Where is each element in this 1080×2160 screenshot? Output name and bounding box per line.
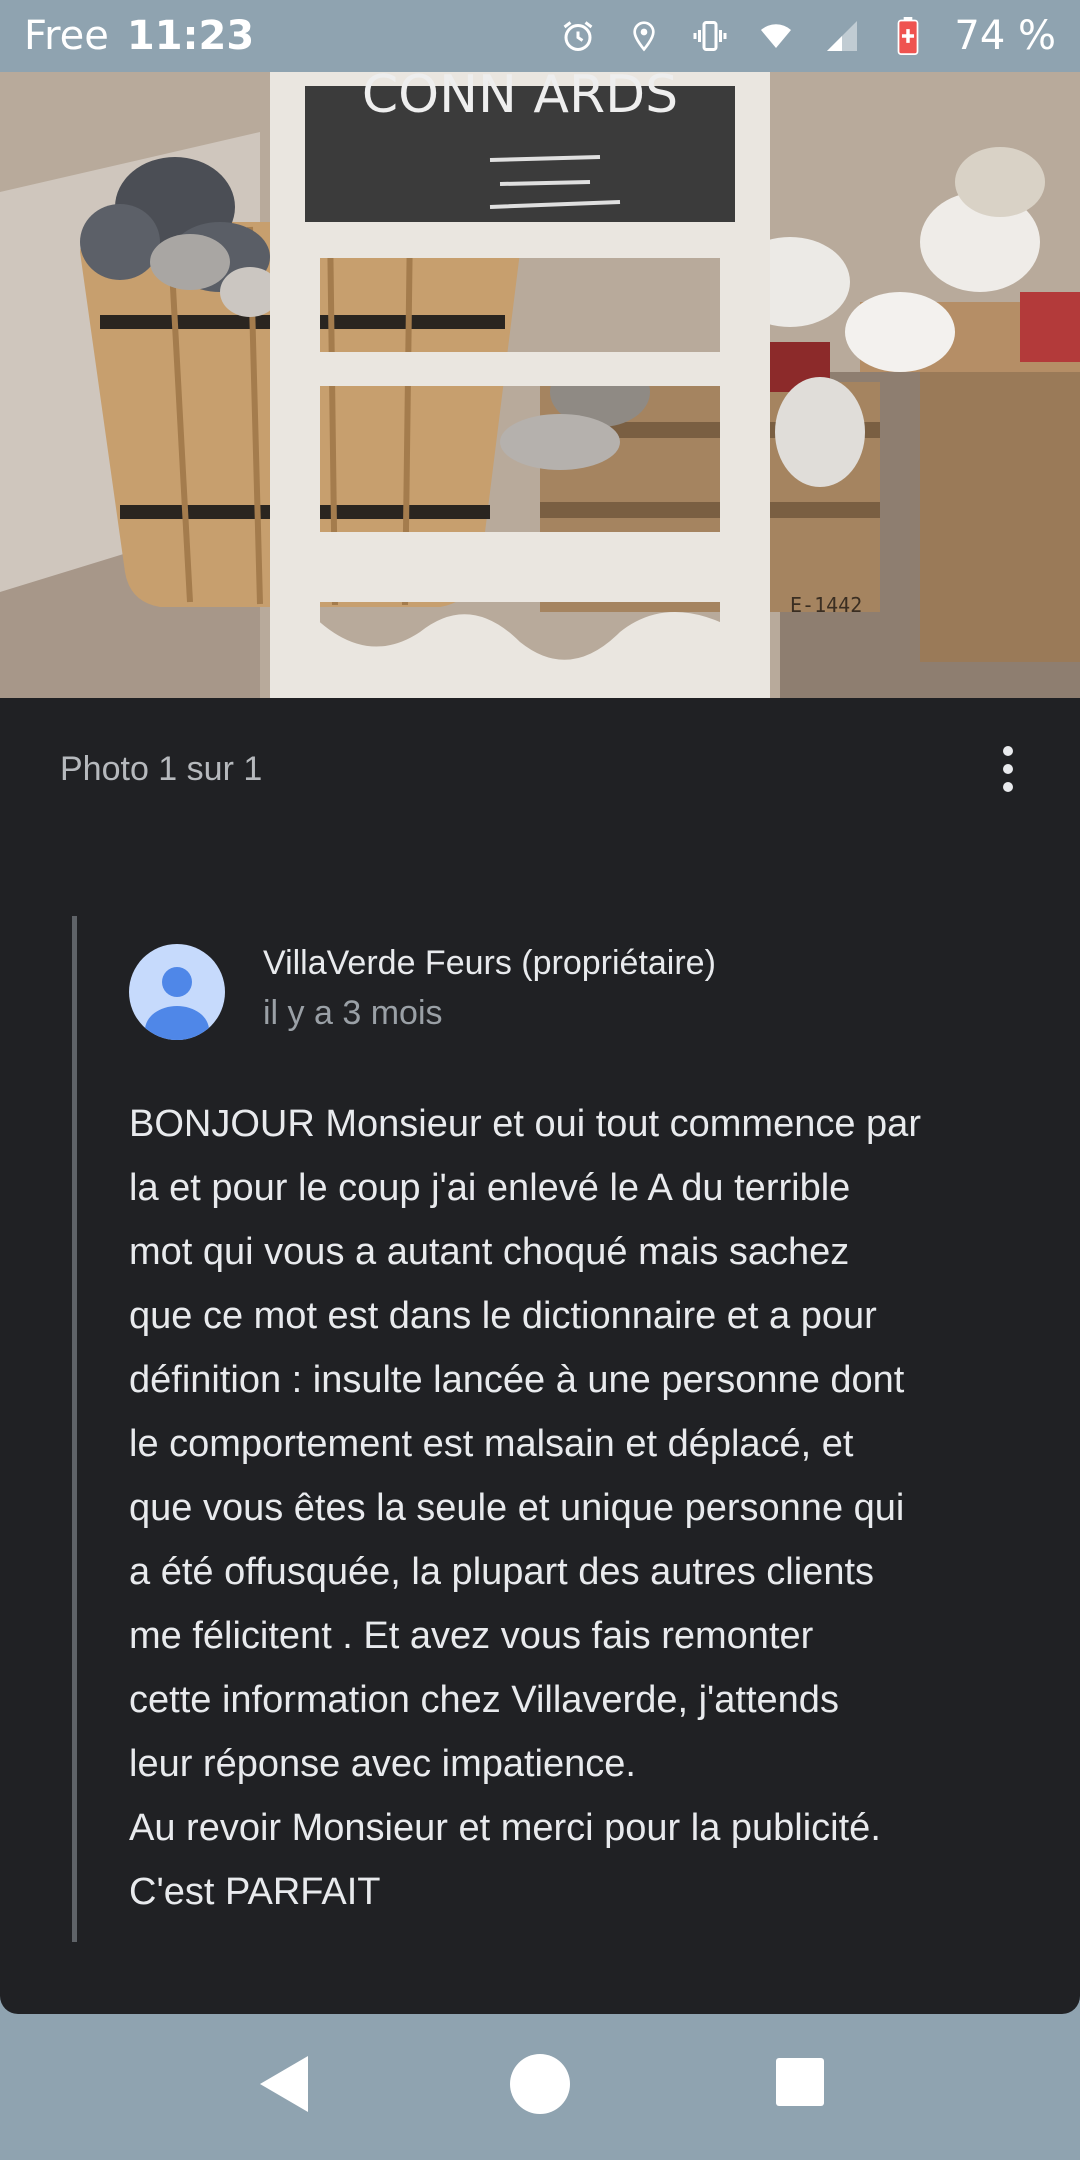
crate-label: E-1442: [790, 593, 862, 617]
reply-line: me félicitent . Et avez vous fais remont…: [129, 1615, 814, 1657]
clock: 11:23: [126, 13, 255, 59]
reply-line: définition : insulte lancée à une person…: [129, 1359, 905, 1401]
reply-line: la et pour le coup j'ai enlevé le A du t…: [129, 1167, 851, 1209]
reply-line: cette information chez Villaverde, j'att…: [129, 1679, 839, 1721]
more-options-button[interactable]: [984, 738, 1032, 800]
vibrate-icon: [690, 16, 730, 56]
battery-icon: [888, 16, 928, 56]
reply-line: le comportement est malsain et déplacé, …: [129, 1423, 854, 1465]
navigation-bar: [0, 2014, 1080, 2160]
reply-author[interactable]: VillaVerde Feurs (propriétaire): [263, 944, 716, 983]
person-icon: [145, 967, 209, 1040]
chalkboard-text: CONN ARDS: [362, 72, 678, 125]
wifi-icon: [756, 16, 796, 56]
more-vert-icon: [1003, 746, 1013, 756]
reply-line: que ce mot est dans le dictionnaire et a…: [129, 1295, 877, 1337]
reply-line: Au revoir Monsieur et merci pour la publ…: [129, 1807, 881, 1849]
photo-details-panel: Photo 1 sur 1 VillaVerde Feurs (propriét…: [0, 698, 1080, 2014]
review-photo[interactable]: E-1442 CONN ARDS: [0, 72, 1080, 698]
reply-line: mot qui vous a autant choqué mais sachez: [129, 1231, 850, 1273]
avatar[interactable]: [129, 944, 225, 1040]
owner-reply: VillaVerde Feurs (propriétaire) il y a 3…: [72, 916, 1032, 1942]
reply-text: BONJOUR Monsieur et oui tout commence pa…: [129, 1092, 1029, 1924]
signal-icon: [822, 16, 862, 56]
carrier-label: Free: [24, 13, 109, 59]
alarm-icon: [558, 16, 598, 56]
reply-timestamp: il y a 3 mois: [263, 994, 443, 1032]
recents-icon[interactable]: [776, 2058, 824, 2106]
photo-scene: E-1442 CONN ARDS: [0, 72, 1080, 698]
reply-line: C'est PARFAIT: [129, 1871, 381, 1913]
reply-line: que vous êtes la seule et unique personn…: [129, 1487, 905, 1529]
reply-line: a été offusquée, la plupart des autres c…: [129, 1551, 875, 1593]
reply-line: BONJOUR Monsieur et oui tout commence pa…: [129, 1103, 921, 1145]
battery-percent: 74 %: [954, 13, 1056, 59]
back-icon[interactable]: [258, 2054, 310, 2114]
status-right: 74 %: [558, 13, 1056, 59]
home-icon[interactable]: [510, 2054, 570, 2114]
status-bar: Free 11:23 74 %: [0, 0, 1080, 72]
more-vert-icon-dot-3: [1003, 782, 1013, 792]
more-vert-icon-dot-2: [1003, 764, 1013, 774]
location-icon: [624, 16, 664, 56]
photo-counter: Photo 1 sur 1: [60, 750, 263, 788]
status-left: Free 11:23: [24, 13, 254, 59]
reply-line: leur réponse avec impatience.: [129, 1743, 636, 1785]
